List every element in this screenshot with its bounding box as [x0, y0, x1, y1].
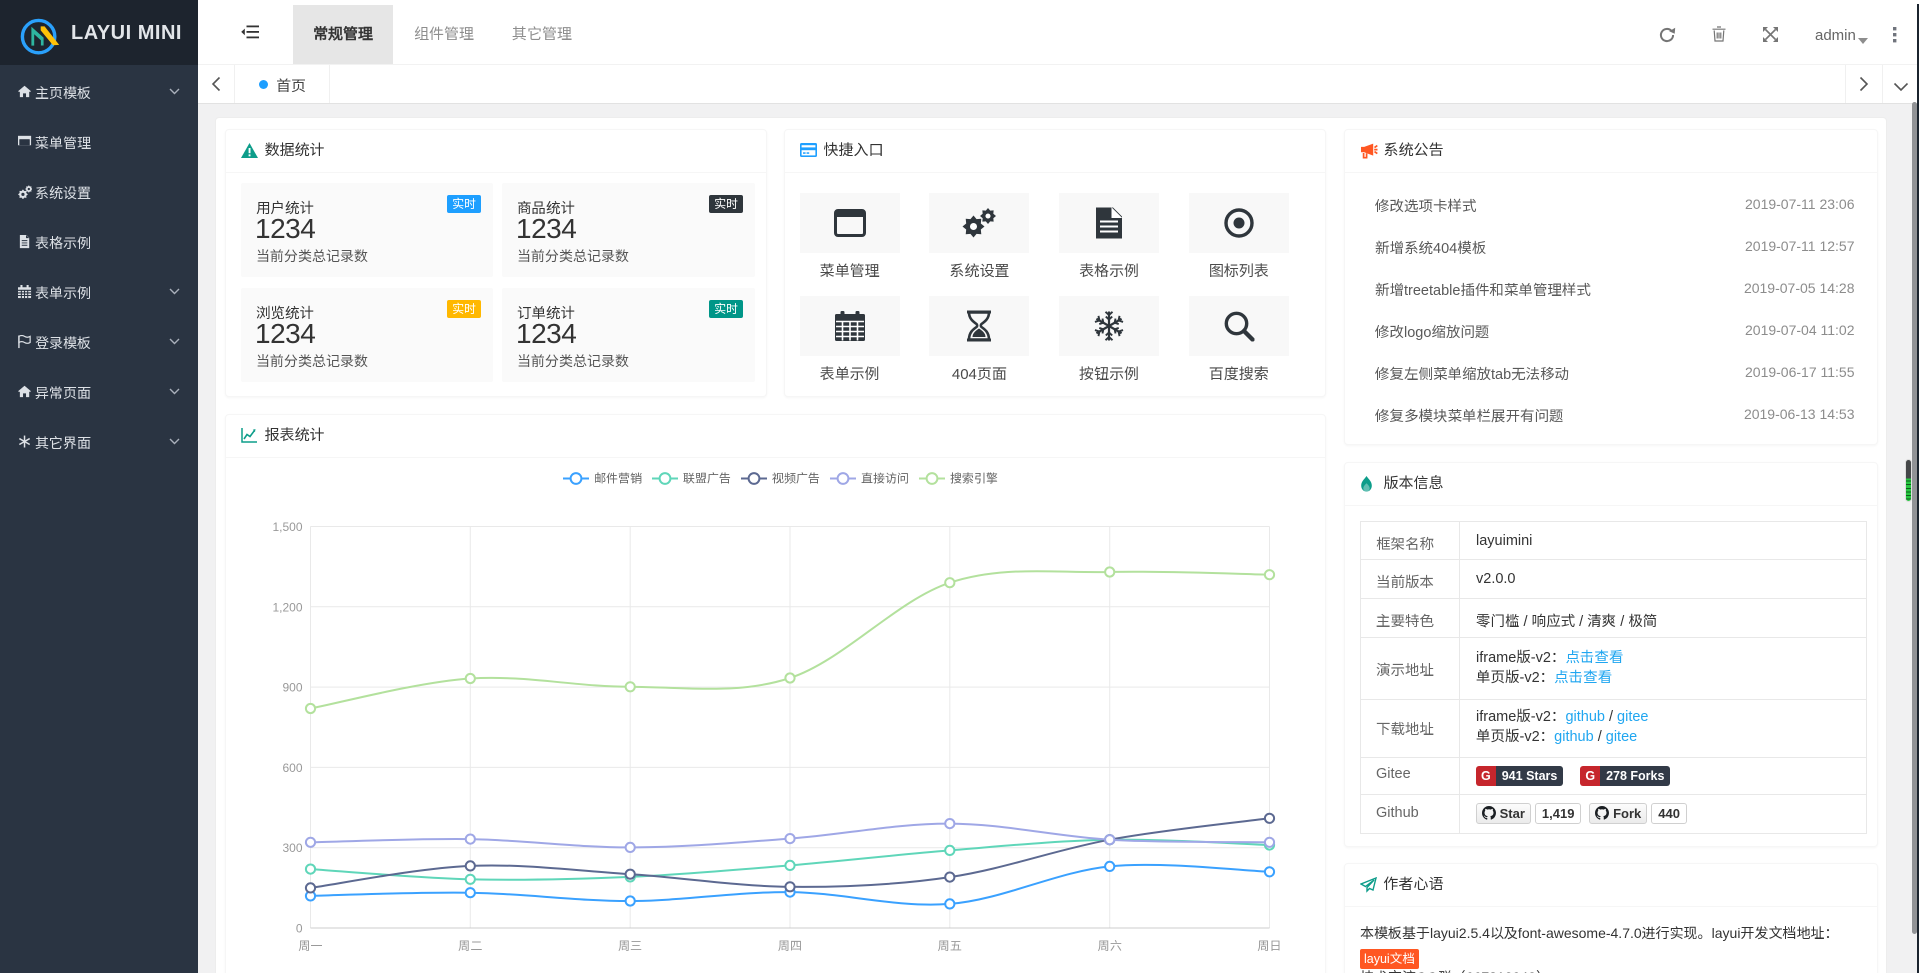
svg-text:300: 300 — [282, 841, 302, 855]
svg-text:周一: 周一 — [298, 939, 322, 953]
svg-text:周二: 周二 — [458, 939, 482, 953]
svg-text:搜索引擎: 搜索引擎 — [950, 471, 998, 485]
svg-text:周日: 周日 — [1257, 939, 1281, 953]
svg-text:600: 600 — [282, 760, 302, 774]
svg-text:周四: 周四 — [777, 939, 801, 953]
svg-text:直接访问: 直接访问 — [861, 471, 909, 485]
svg-text:视频广告: 视频广告 — [772, 471, 820, 485]
svg-text:邮件营销: 邮件营销 — [594, 471, 642, 485]
svg-text:周六: 周六 — [1097, 939, 1121, 953]
svg-text:周五: 周五 — [937, 939, 961, 953]
svg-text:联盟广告: 联盟广告 — [683, 471, 731, 485]
svg-text:0: 0 — [295, 921, 302, 935]
svg-text:周三: 周三 — [618, 939, 642, 953]
svg-text:900: 900 — [282, 680, 302, 694]
svg-text:1,200: 1,200 — [272, 600, 302, 614]
svg-text:1,500: 1,500 — [272, 520, 302, 534]
